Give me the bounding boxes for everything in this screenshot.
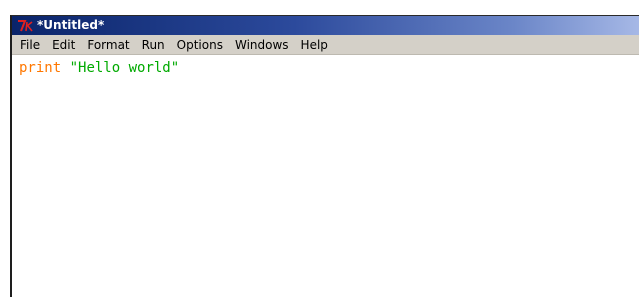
menu-file[interactable]: File — [14, 35, 46, 55]
tk-feather-icon — [17, 19, 35, 33]
code-editor-area[interactable]: print "Hello world" — [12, 56, 639, 297]
menu-run[interactable]: Run — [136, 35, 171, 55]
menu-windows[interactable]: Windows — [229, 35, 295, 55]
menu-bar: File Edit Format Run Options Windows Hel… — [12, 35, 639, 55]
menu-help[interactable]: Help — [295, 35, 334, 55]
window-title: *Untitled* — [37, 18, 105, 32]
menu-format[interactable]: Format — [81, 35, 135, 55]
menu-options[interactable]: Options — [171, 35, 229, 55]
code-keyword-print: print — [19, 60, 62, 76]
idle-editor-window: *Untitled* File Edit Format Run Options … — [10, 15, 639, 297]
code-string-literal: "Hello world" — [69, 60, 180, 76]
menu-edit[interactable]: Edit — [46, 35, 81, 55]
title-bar[interactable]: *Untitled* — [12, 16, 639, 35]
